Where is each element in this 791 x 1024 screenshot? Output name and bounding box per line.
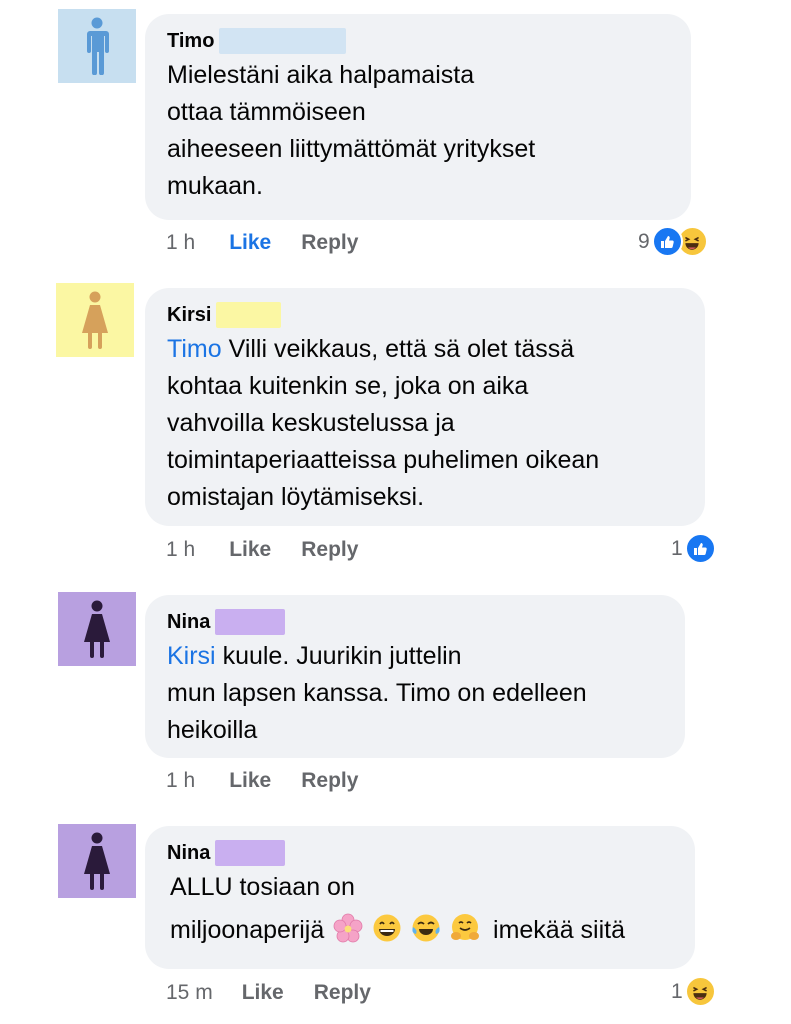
reply-button[interactable]: Reply <box>314 981 371 1005</box>
woman-icon <box>82 291 108 349</box>
reaction-summary[interactable]: 9 <box>638 226 708 257</box>
hugging-face-icon <box>450 913 480 954</box>
cherry-blossom-icon <box>333 913 363 954</box>
avatar[interactable] <box>58 9 136 83</box>
avatar[interactable] <box>56 283 134 357</box>
comment-timestamp[interactable]: 1 h <box>166 769 195 793</box>
woman-icon <box>84 600 110 658</box>
reply-button[interactable]: Reply <box>301 231 358 255</box>
comment-bubble: Timo Mielestäni aika halpamaista ottaa t… <box>145 14 691 220</box>
woman-icon <box>84 832 110 890</box>
comment-bubble: Kirsi Timo Villi veikkaus, että sä olet … <box>145 288 705 526</box>
laughing-icon <box>684 976 716 1007</box>
comment-text: Mielestäni aika halpamaista ottaa tämmöi… <box>167 61 536 200</box>
like-button[interactable]: Like <box>229 538 271 562</box>
comment-bubble: Nina ALLU tosiaan on miljoonaperijä imek… <box>145 826 695 969</box>
like-button[interactable]: Like <box>242 981 284 1005</box>
comment-text: Kirsi kuule. Juurikin juttelin mun lapse… <box>167 642 587 744</box>
reaction-count: 9 <box>638 229 650 253</box>
comment-author[interactable]: Kirsi <box>167 304 211 327</box>
reply-button[interactable]: Reply <box>301 769 358 793</box>
grinning-face-icon <box>372 913 402 954</box>
avatar[interactable] <box>58 824 136 898</box>
comment-text: Timo Villi veikkaus, että sä olet tässä … <box>167 335 600 511</box>
comment-timestamp[interactable]: 1 h <box>166 231 195 255</box>
reaction-count: 1 <box>671 536 683 560</box>
like-button[interactable]: Like <box>229 231 271 255</box>
reaction-summary[interactable]: 1 <box>671 976 716 1007</box>
thumbs-up-icon <box>684 533 716 564</box>
redaction-block <box>219 28 347 54</box>
comment-timestamp[interactable]: 15 m <box>166 981 213 1005</box>
redaction-block <box>216 302 282 328</box>
reply-button[interactable]: Reply <box>301 538 358 562</box>
comment-text: ALLU tosiaan on miljoonaperijä imekää si… <box>167 869 675 954</box>
like-button[interactable]: Like <box>229 769 271 793</box>
mention-link[interactable]: Kirsi <box>167 642 216 670</box>
man-icon <box>87 17 109 75</box>
comment-bubble: Nina Kirsi kuule. Juurikin juttelin mun … <box>145 595 685 758</box>
redaction-block <box>215 609 286 635</box>
mention-link[interactable]: Timo <box>167 335 222 363</box>
tears-of-joy-icon <box>411 913 441 954</box>
thumbs-up-icon <box>651 226 683 257</box>
avatar[interactable] <box>58 592 136 666</box>
reaction-count: 1 <box>671 979 683 1003</box>
reaction-summary[interactable]: 1 <box>671 533 716 564</box>
comment-author[interactable]: Timo <box>167 30 214 53</box>
comment-author[interactable]: Nina <box>167 611 210 634</box>
comment-timestamp[interactable]: 1 h <box>166 538 195 562</box>
comment-author[interactable]: Nina <box>167 842 210 865</box>
redaction-block <box>215 840 286 866</box>
